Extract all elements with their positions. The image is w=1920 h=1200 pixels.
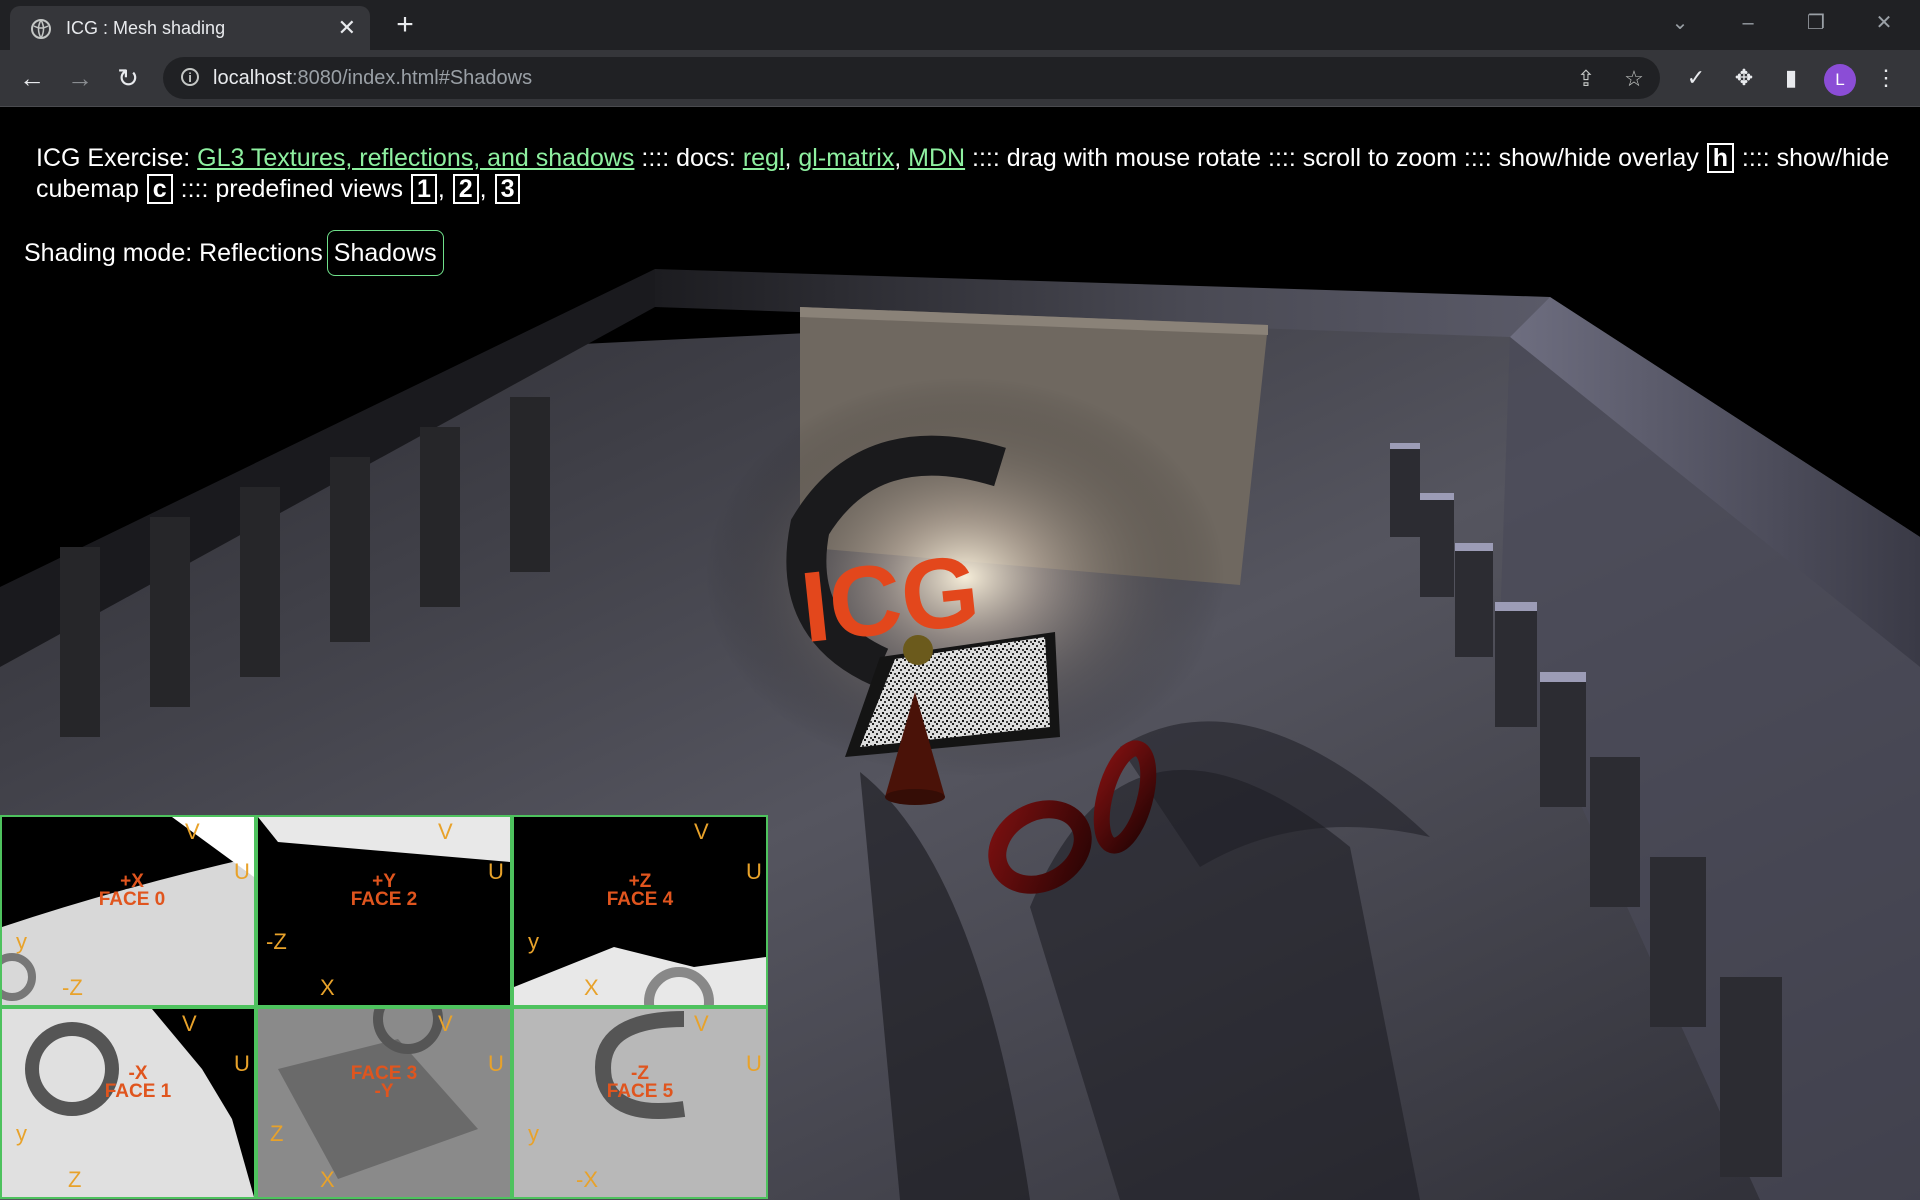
help-overlay: ICG Exercise: GL3 Textures, reflections,… (36, 143, 1896, 205)
axis-label-2: -X (576, 1167, 598, 1192)
v-axis-label: V (438, 1011, 453, 1036)
axis-label-1: y (528, 1121, 539, 1146)
axis-label-2: X (320, 1167, 335, 1192)
browser-toolbar: ← → ↻ i localhost:8080/index.html#Shadow… (0, 50, 1920, 107)
back-arrow-icon[interactable]: ← (16, 62, 48, 94)
comma: , (479, 175, 494, 203)
face-label: +X FACE 0 (98, 871, 166, 910)
new-tab-button[interactable]: + (390, 10, 420, 40)
u-axis-label: U (234, 1051, 250, 1076)
face-label: +Z FACE 4 (606, 871, 674, 910)
reflections-option[interactable]: Reflections (199, 239, 323, 267)
v-axis-label: V (438, 819, 453, 844)
key-2-badge: 2 (452, 174, 479, 204)
cubemap-face-4: +Z FACE 4 V U y X (512, 815, 768, 1007)
globe-icon (31, 19, 51, 39)
v-axis-label: V (185, 819, 200, 844)
menu-kebab-icon[interactable]: ⋮ (1871, 63, 1901, 93)
v-axis-label: V (182, 1011, 197, 1036)
overlay-prefix: ICG Exercise: (36, 144, 198, 172)
comma: , (784, 144, 799, 172)
glmatrix-docs-link[interactable]: gl-matrix (798, 144, 894, 172)
face-label: FACE 3 -Y (350, 1063, 418, 1102)
u-axis-label: U (746, 859, 762, 884)
axis-label-2: X (584, 975, 599, 1000)
key-h-badge: h (1706, 143, 1734, 173)
spellcheck-icon[interactable]: ✓ (1681, 63, 1711, 93)
u-axis-label: U (488, 859, 504, 884)
axis-label-1: y (16, 1121, 27, 1146)
face-label: -Z FACE 5 (606, 1063, 674, 1102)
tab-title: ICG : Mesh shading (66, 18, 226, 38)
comma: , (437, 175, 452, 203)
views-text: :::: predefined views (173, 175, 410, 203)
key-c-badge: c (146, 174, 173, 204)
axis-label-2: -Z (62, 975, 83, 1000)
close-tab-icon[interactable]: ✕ (338, 16, 356, 40)
axis-label-1: y (528, 929, 539, 954)
face-label: -X FACE 1 (104, 1063, 172, 1102)
extensions-puzzle-icon[interactable]: ✥ (1729, 63, 1759, 93)
shadows-option[interactable]: Shadows (326, 230, 444, 276)
shading-mode-label: Shading mode: (24, 239, 200, 267)
page-viewport[interactable]: ICG ICG Exercise: GL3 Textures, reflecti… (0, 107, 1920, 1200)
axis-label-2: Z (68, 1167, 82, 1192)
key-1-badge: 1 (410, 174, 437, 204)
docs-separator: :::: docs: (634, 144, 743, 172)
tab-strip: ICG : Mesh shading ✕ + ⌄ – ❐ ✕ (0, 0, 1920, 50)
close-window-button[interactable]: ✕ (1864, 8, 1904, 38)
u-axis-label: U (746, 1051, 762, 1076)
forward-arrow-icon[interactable]: → (64, 62, 96, 94)
u-axis-label: U (488, 1051, 504, 1076)
url-text[interactable]: localhost:8080/index.html#Shadows (213, 67, 532, 90)
v-axis-label: V (694, 1011, 709, 1036)
axis-label-1: y (16, 929, 27, 954)
axis-label-1: Z (270, 1121, 284, 1146)
face-label: +Y FACE 2 (350, 871, 418, 910)
v-axis-label: V (694, 819, 709, 844)
cubemap-face-2: +Y FACE 2 V U -Z X (256, 815, 512, 1007)
exercise-link[interactable]: GL3 Textures, reflections, and shadows (197, 144, 634, 172)
cubemap-face-1: -X FACE 1 V U y Z (0, 1007, 256, 1199)
side-panel-icon[interactable]: ▮ (1776, 63, 1806, 93)
reload-icon[interactable]: ↻ (112, 62, 144, 94)
profile-avatar[interactable]: L (1824, 64, 1856, 96)
icg-logo-text: ICG (796, 534, 985, 664)
key-3-badge: 3 (494, 174, 521, 204)
axis-label-1: -Z (266, 929, 287, 954)
axis-label-2: X (320, 975, 335, 1000)
bookmark-star-icon[interactable]: ☆ (1621, 66, 1647, 92)
tab-search-chevron-icon[interactable]: ⌄ (1660, 8, 1700, 38)
cubemap-face-3: FACE 3 -Y V U Z X (256, 1007, 512, 1199)
comma: , (894, 144, 909, 172)
cubemap-preview: +X FACE 0 V U y -Z +Y FACE 2 V U -Z X +Z FA… (0, 815, 768, 1200)
u-axis-label: U (234, 859, 250, 884)
browser-tab[interactable]: ICG : Mesh shading ✕ (10, 6, 370, 50)
address-bar[interactable]: i localhost:8080/index.html#Shadows ⇪ ☆ (163, 57, 1660, 99)
cubemap-face-0: +X FACE 0 V U y -Z (0, 815, 256, 1007)
share-icon[interactable]: ⇪ (1573, 66, 1599, 92)
controls-text: :::: drag with mouse rotate :::: scroll … (965, 144, 1706, 172)
regl-docs-link[interactable]: regl (743, 144, 785, 172)
cubemap-face-5: -Z FACE 5 V U y -X (512, 1007, 768, 1199)
mdn-docs-link[interactable]: MDN (908, 144, 965, 172)
restore-button[interactable]: ❐ (1796, 8, 1836, 38)
minimize-button[interactable]: – (1728, 8, 1768, 38)
shading-mode-selector: Shading mode: Reflections Shadows (24, 230, 444, 276)
site-info-icon[interactable]: i (181, 68, 199, 86)
